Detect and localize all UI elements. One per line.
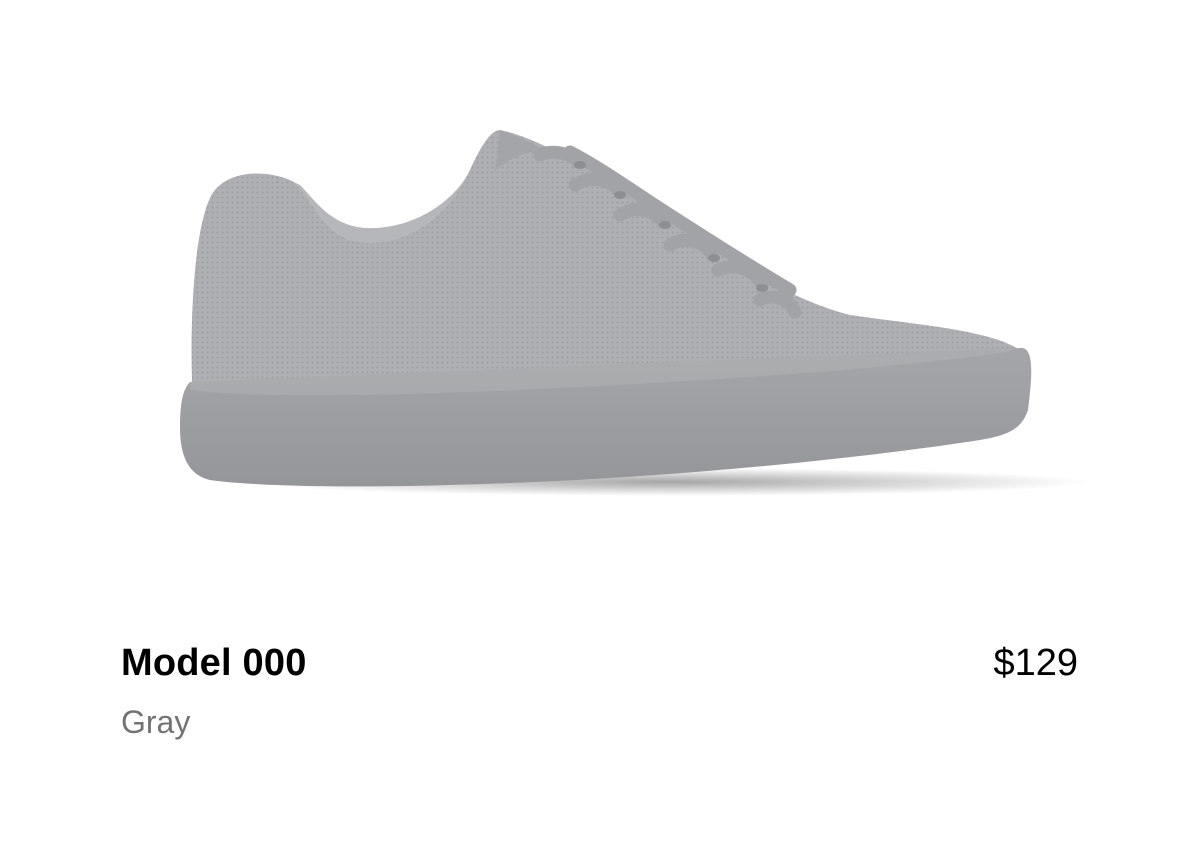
sneaker-image[interactable]	[150, 110, 1110, 510]
product-card[interactable]: Model 000 Gray $129	[0, 0, 1200, 852]
product-color: Gray	[121, 704, 191, 740]
sneaker-icon	[180, 130, 1090, 496]
product-price: $129	[993, 642, 1078, 684]
product-name[interactable]: Model 000	[121, 640, 307, 686]
